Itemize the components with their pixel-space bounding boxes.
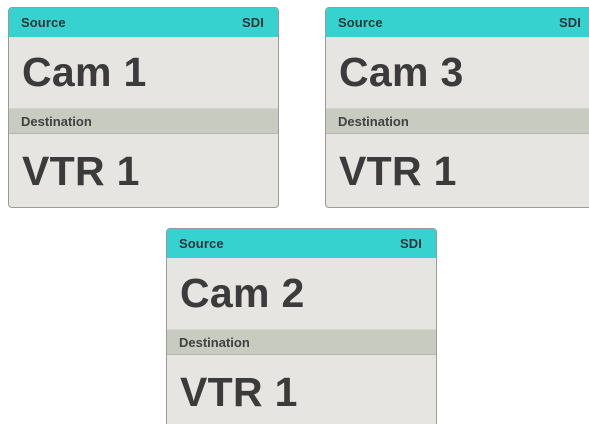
source-name[interactable]: Cam 1 [9, 37, 278, 108]
source-name[interactable]: Cam 3 [326, 37, 589, 108]
destination-label: Destination [21, 113, 92, 129]
signal-format-label: SDI [400, 236, 422, 251]
signal-format-label: SDI [242, 15, 264, 30]
signal-format-label: SDI [559, 15, 581, 30]
destination-header: Destination [9, 108, 278, 134]
destination-label: Destination [179, 334, 250, 350]
source-header: Source SDI [9, 8, 278, 37]
destination-name[interactable]: VTR 1 [167, 355, 436, 424]
source-header: Source SDI [167, 229, 436, 258]
destination-name[interactable]: VTR 1 [326, 134, 589, 207]
source-label: Source [21, 15, 66, 30]
routing-panel-cam-1[interactable]: Source SDI Cam 1 Destination VTR 1 [8, 7, 279, 208]
source-header: Source SDI [326, 8, 589, 37]
routing-panel-cam-2[interactable]: Source SDI Cam 2 Destination VTR 1 [166, 228, 437, 424]
destination-header: Destination [167, 329, 436, 355]
routing-panel-cam-3[interactable]: Source SDI Cam 3 Destination VTR 1 [325, 7, 589, 208]
source-name[interactable]: Cam 2 [167, 258, 436, 329]
source-label: Source [179, 236, 224, 251]
source-label: Source [338, 15, 383, 30]
destination-label: Destination [338, 113, 409, 129]
destination-header: Destination [326, 108, 589, 134]
destination-name[interactable]: VTR 1 [9, 134, 278, 207]
